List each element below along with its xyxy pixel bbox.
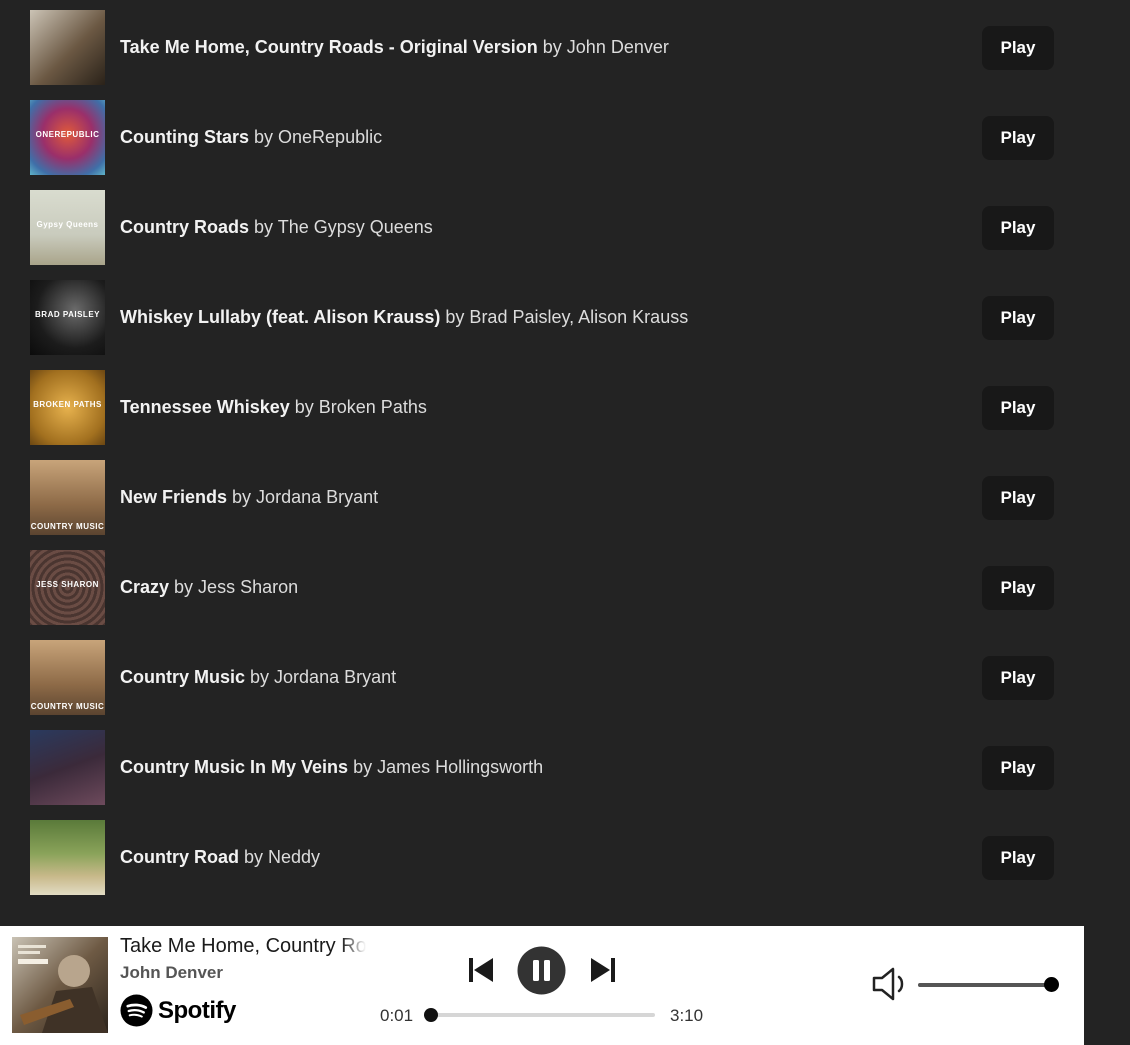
john-denver-cover: [30, 10, 105, 85]
james-hollingsworth-cover: [30, 730, 105, 805]
pause-button[interactable]: [517, 946, 566, 995]
cover-text: Gypsy Queens: [36, 220, 99, 229]
spotify-wordmark: Spotify: [158, 996, 236, 1024]
spotify-logo[interactable]: Spotify: [120, 994, 236, 1027]
track-row: Country Road by Neddy Play: [30, 820, 1054, 895]
play-button[interactable]: Play: [982, 205, 1054, 250]
track-label: Tennessee Whiskey by Broken Paths: [120, 397, 427, 418]
volume-button[interactable]: [871, 966, 909, 1002]
track-row: BROKEN PATHS Tennessee Whiskey by Broken …: [30, 370, 1054, 445]
track-artist: by Neddy: [244, 847, 321, 867]
now-playing-bar: Take Me Home, Country Roads - Original V…: [0, 926, 1084, 1045]
track-artist: by Jordana Bryant: [232, 487, 379, 507]
play-button[interactable]: Play: [982, 295, 1054, 340]
volume-icon: [872, 967, 904, 1001]
pause-icon: [517, 946, 566, 995]
track-title: Tennessee Whiskey: [120, 397, 290, 417]
track-label: Counting Stars by OneRepublic: [120, 127, 382, 148]
track-artist: by Broken Paths: [294, 397, 427, 417]
track-label: Whiskey Lullaby (feat. Alison Krauss) by…: [120, 307, 688, 328]
track-artist: by Jordana Bryant: [250, 667, 397, 687]
neddy-cover: [30, 820, 105, 895]
track-title: Crazy: [120, 577, 170, 597]
skip-previous-icon: [469, 958, 493, 982]
track-artist: by Brad Paisley, Alison Krauss: [445, 307, 689, 327]
duration-time: 3:10: [670, 1006, 704, 1025]
track-row: COUNTRY MUSIC Country Music by Jordana Br…: [30, 640, 1054, 715]
volume-slider[interactable]: [918, 977, 1059, 992]
volume-fill: [918, 983, 1052, 987]
track-label: Country Roads by The Gypsy Queens: [120, 217, 433, 238]
play-button[interactable]: Play: [982, 115, 1054, 160]
track-row: Gypsy Queens Country Roads by The Gypsy Q…: [30, 190, 1054, 265]
track-artist: by Jess Sharon: [174, 577, 299, 597]
broken-paths-cover: BROKEN PATHS: [30, 370, 105, 445]
jess-sharon-cover: JESS SHARON: [30, 550, 105, 625]
play-button[interactable]: Play: [982, 835, 1054, 880]
track-label: New Friends by Jordana Bryant: [120, 487, 378, 508]
track-title: Take Me Home, Country Roads - Original V…: [120, 37, 538, 57]
play-button[interactable]: Play: [982, 565, 1054, 610]
onerepublic-cover: ONEREPUBLIC: [30, 100, 105, 175]
previous-button[interactable]: [467, 955, 495, 985]
gypsy-queens-cover: Gypsy Queens: [30, 190, 105, 265]
cover-text: COUNTRY MUSIC: [30, 522, 105, 531]
track-title: Country Road: [120, 847, 239, 867]
brad-paisley-cover: BRAD PAISLEY: [30, 280, 105, 355]
elapsed-time: 0:01: [380, 1006, 414, 1025]
track-row: Country Music In My Veins by James Holli…: [30, 730, 1054, 805]
cover-text: BRAD PAISLEY: [35, 310, 100, 319]
next-button[interactable]: [589, 955, 617, 985]
track-title: Country Music In My Veins: [120, 757, 349, 777]
track-label: Country Music In My Veins by James Holli…: [120, 757, 543, 778]
track-title: New Friends: [120, 487, 228, 507]
track-label: Country Road by Neddy: [120, 847, 320, 868]
cover-text: BROKEN PATHS: [33, 400, 102, 409]
track-label: Take Me Home, Country Roads - Original V…: [120, 37, 669, 58]
cover-text: ONEREPUBLIC: [35, 130, 100, 139]
now-playing-cover: [12, 937, 108, 1033]
play-button[interactable]: Play: [982, 25, 1054, 70]
track-artist: by OneRepublic: [254, 127, 383, 147]
track-artist: by The Gypsy Queens: [254, 217, 433, 237]
track-title: Whiskey Lullaby (feat. Alison Krauss): [120, 307, 441, 327]
track-title: Country Roads: [120, 217, 250, 237]
cover-text: COUNTRY MUSIC: [30, 702, 105, 711]
track-label: Country Music by Jordana Bryant: [120, 667, 396, 688]
volume-handle[interactable]: [1044, 977, 1059, 992]
track-title: Country Music: [120, 667, 246, 687]
track-row: Take Me Home, Country Roads - Original V…: [30, 10, 1054, 85]
track-row: JESS SHARON Crazy by Jess Sharon Play: [30, 550, 1054, 625]
track-label: Crazy by Jess Sharon: [120, 577, 298, 598]
play-button[interactable]: Play: [982, 745, 1054, 790]
now-playing-artist: John Denver: [120, 963, 223, 982]
progress-bar[interactable]: [424, 1008, 655, 1022]
play-button[interactable]: Play: [982, 385, 1054, 430]
skip-next-icon: [591, 958, 615, 982]
play-button[interactable]: Play: [982, 655, 1054, 700]
track-title: Counting Stars: [120, 127, 249, 147]
play-button[interactable]: Play: [982, 475, 1054, 520]
track-artist: by John Denver: [542, 37, 669, 57]
track-row: BRAD PAISLEY Whiskey Lullaby (feat. Aliso…: [30, 280, 1054, 355]
jordana-bryant-cover: COUNTRY MUSIC: [30, 460, 105, 535]
now-playing-title: Take Me Home, Country Roads - Original V…: [120, 935, 366, 957]
cover-text: JESS SHARON: [36, 580, 99, 589]
spotify-icon: [120, 994, 153, 1027]
track-row: ONEREPUBLIC Counting Stars by OneRepublic…: [30, 100, 1054, 175]
track-artist: by James Hollingsworth: [353, 757, 544, 777]
track-row: COUNTRY MUSIC New Friends by Jordana Brya…: [30, 460, 1054, 535]
jordana-bryant-cover: COUNTRY MUSIC: [30, 640, 105, 715]
progress-handle[interactable]: [424, 1008, 438, 1022]
